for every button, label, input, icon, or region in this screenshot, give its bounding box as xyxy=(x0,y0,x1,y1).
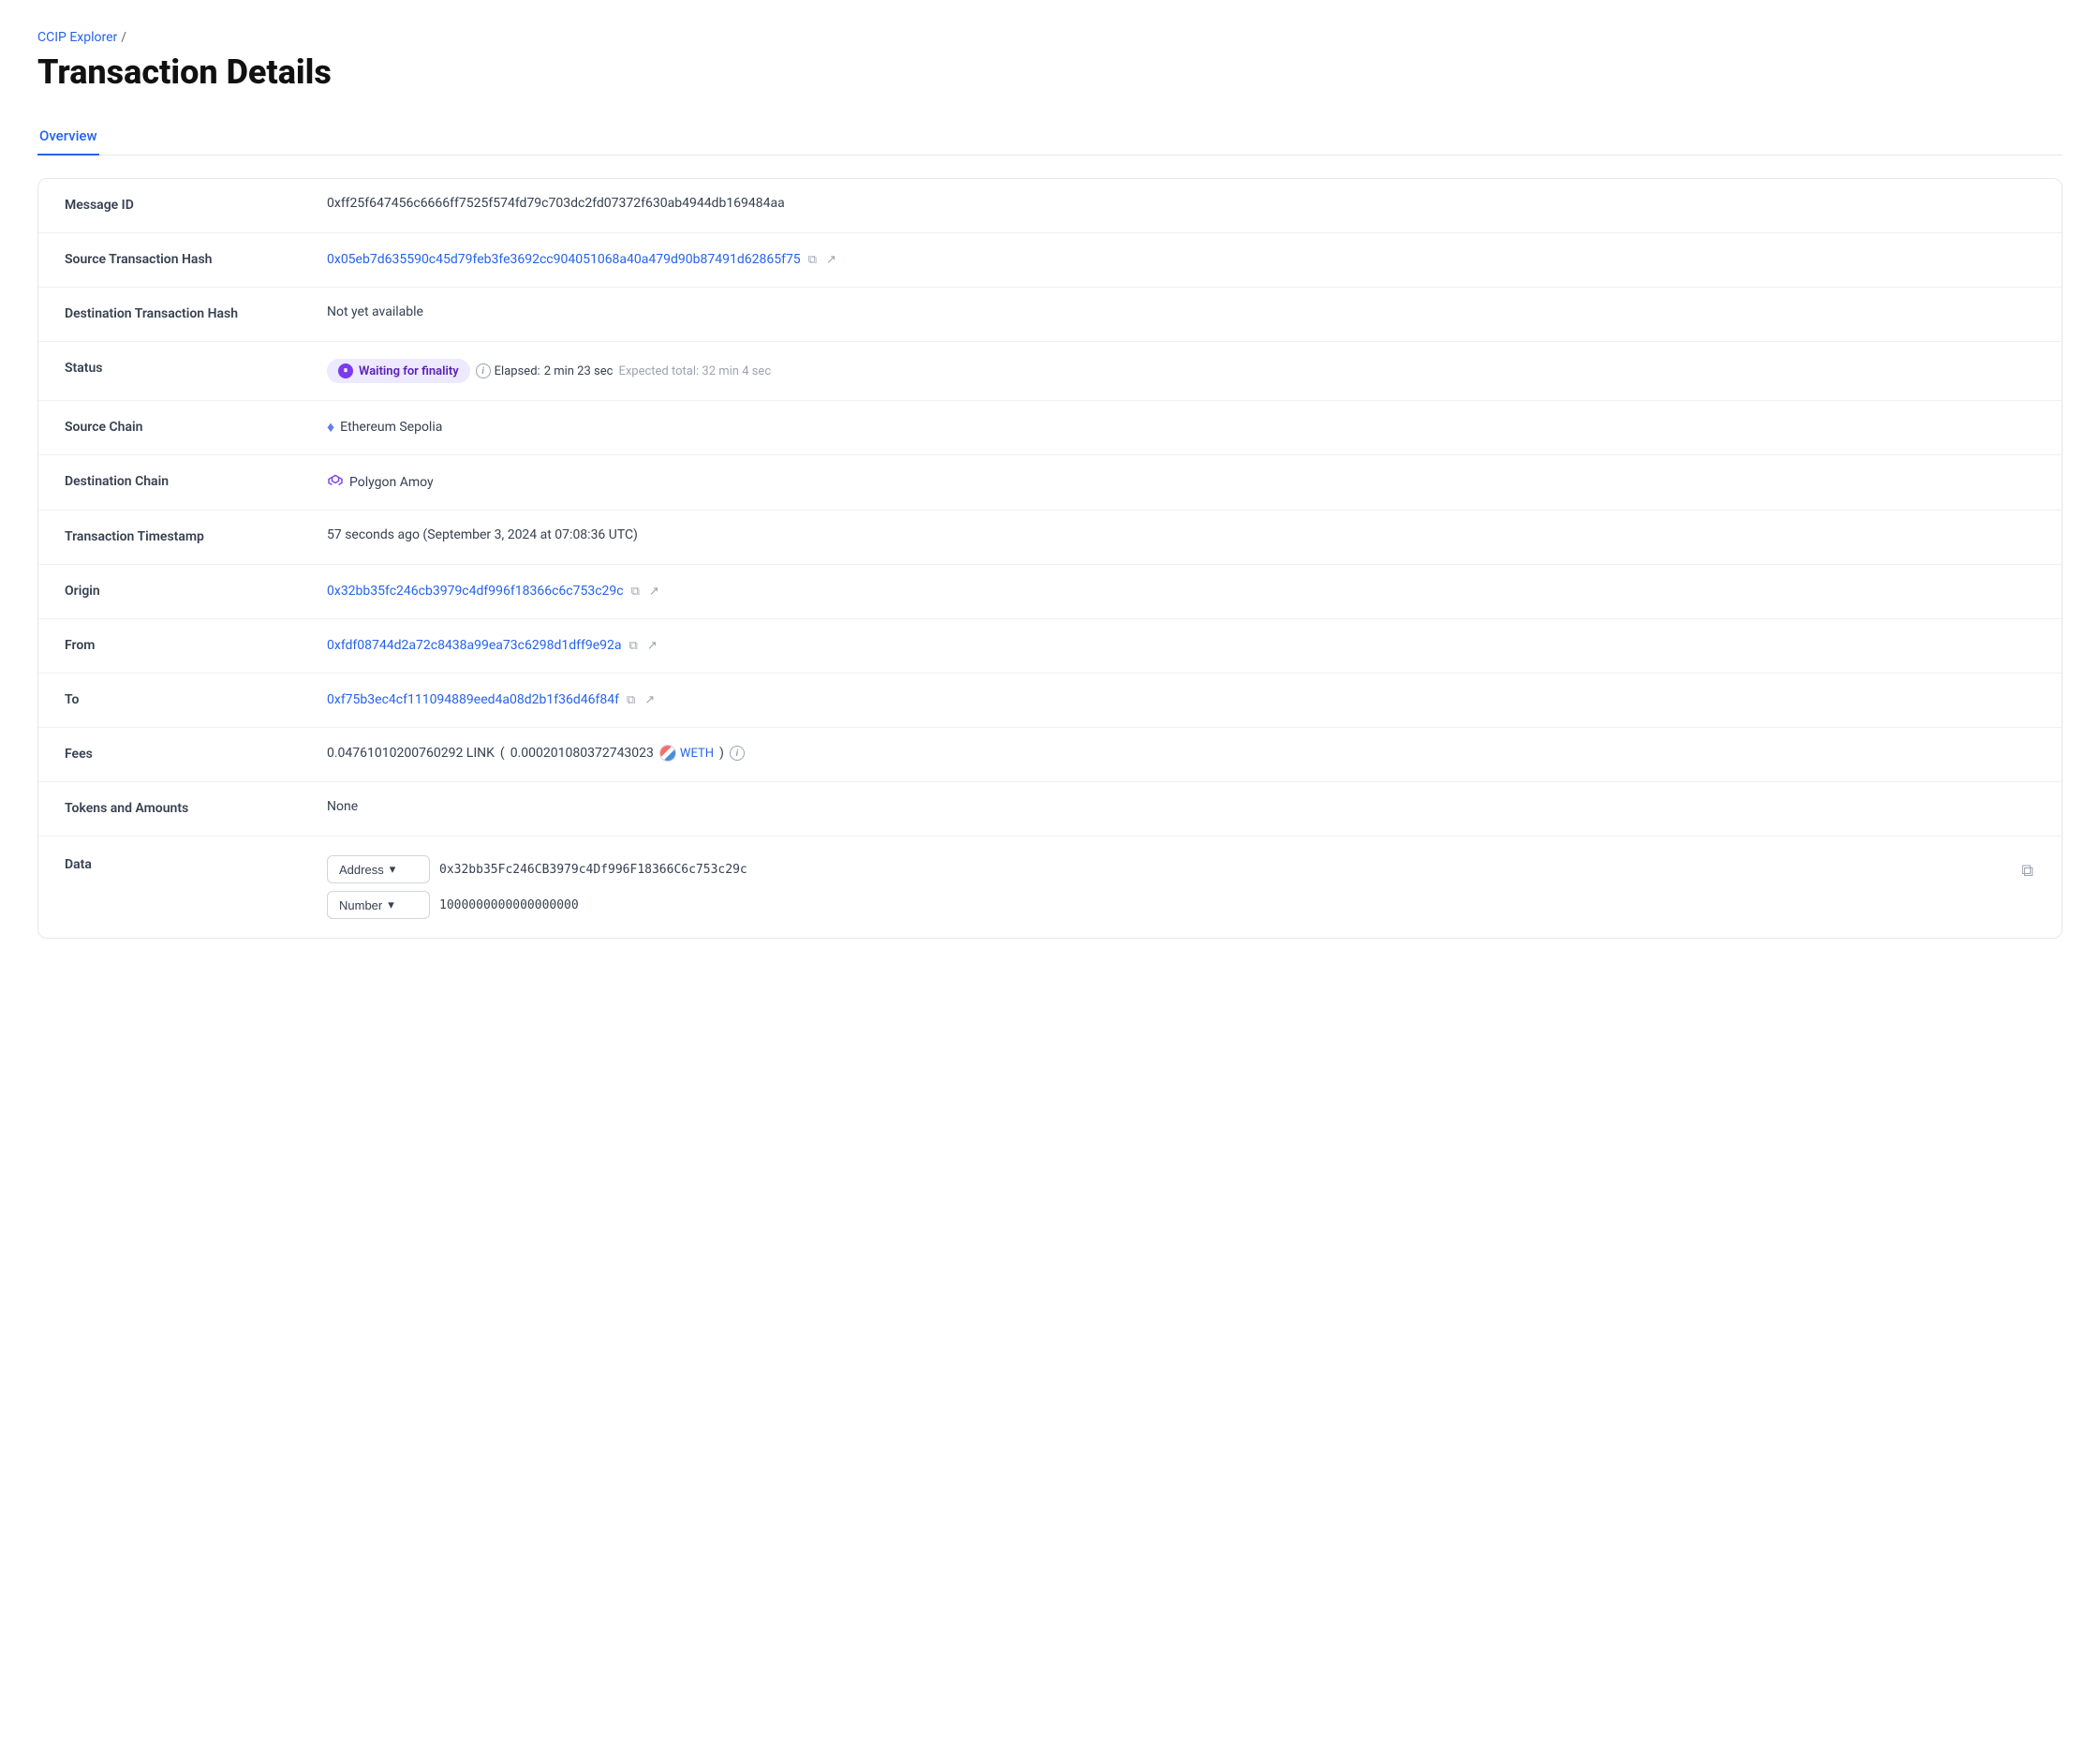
fees-link-amount: 0.04761010200760292 LINK xyxy=(327,746,495,761)
fees-paren-close: ) xyxy=(719,746,724,761)
source-chain-name: Ethereum Sepolia xyxy=(340,420,442,435)
polygon-chain-icon: Polygon Amoy xyxy=(327,472,434,493)
value-dest-tx-hash: Not yet available xyxy=(327,304,2035,319)
label-dest-tx-hash: Destination Transaction Hash xyxy=(65,304,327,321)
origin-link[interactable]: 0x32bb35fc246cb3979c4df996f18366c6c753c2… xyxy=(327,584,624,599)
row-message-id: Message ID 0xff25f647456c6666ff7525f574f… xyxy=(38,179,2062,233)
data-row-0: Address ▾ 0x32bb35Fc246CB3979c4Df996F183… xyxy=(327,855,2010,883)
value-source-chain: ♦ Ethereum Sepolia xyxy=(327,418,2035,437)
value-fees: 0.04761010200760292 LINK ( 0.00020108037… xyxy=(327,745,2035,762)
breadcrumb-ccip-link[interactable]: CCIP Explorer xyxy=(37,30,117,45)
label-message-id: Message ID xyxy=(65,196,327,213)
chevron-down-icon-1: ▾ xyxy=(388,897,394,912)
origin-copy-button[interactable]: ⧉ xyxy=(629,582,642,600)
to-external-button[interactable]: ↗ xyxy=(643,690,657,709)
page-title: Transaction Details xyxy=(37,52,2063,92)
value-origin: 0x32bb35fc246cb3979c4df996f18366c6c753c2… xyxy=(327,582,2035,600)
fees-weth-badge: WETH xyxy=(659,745,714,762)
status-pause-icon: ⏸ xyxy=(338,363,353,378)
row-dest-tx-hash: Destination Transaction Hash Not yet ava… xyxy=(38,288,2062,342)
data-row-1: Number ▾ 1000000000000000000 xyxy=(327,891,2010,919)
eth-chain-icon: ♦ Ethereum Sepolia xyxy=(327,418,442,437)
data-value-0: 0x32bb35Fc246CB3979c4Df996F18366C6c753c2… xyxy=(439,863,747,877)
value-source-tx-hash: 0x05eb7d635590c45d79feb3fe3692cc90405106… xyxy=(327,250,2035,269)
value-timestamp: 57 seconds ago (September 3, 2024 at 07:… xyxy=(327,527,2035,542)
row-status: Status ⏸ Waiting for finality i Elapsed:… xyxy=(38,342,2062,401)
label-status: Status xyxy=(65,359,327,376)
source-tx-hash-link[interactable]: 0x05eb7d635590c45d79feb3fe3692cc90405106… xyxy=(327,252,801,267)
row-data: Data Address ▾ 0x32bb35Fc246CB3979c4Df99… xyxy=(38,837,2062,938)
source-tx-copy-button[interactable]: ⧉ xyxy=(806,250,819,269)
to-copy-button[interactable]: ⧉ xyxy=(625,690,637,709)
fees-info-icon: i xyxy=(730,746,745,761)
chevron-down-icon-0: ▾ xyxy=(390,862,396,877)
row-timestamp: Transaction Timestamp 57 seconds ago (Se… xyxy=(38,511,2062,565)
row-tokens-and-amounts: Tokens and Amounts None xyxy=(38,782,2062,837)
data-type-select-0[interactable]: Address ▾ xyxy=(327,855,430,883)
status-badge: ⏸ Waiting for finality xyxy=(327,359,470,383)
data-section: Address ▾ 0x32bb35Fc246CB3979c4Df996F183… xyxy=(327,855,2010,919)
expected-value: 32 min 4 sec xyxy=(702,364,771,378)
expected-container: Expected total: 32 min 4 sec xyxy=(618,364,771,378)
info-icon: i xyxy=(476,363,491,378)
ethereum-logo: ♦ xyxy=(327,418,334,437)
value-message-id: 0xff25f647456c6666ff7525f574fd79c703dc2f… xyxy=(327,196,2035,211)
fees-weth-amount: 0.000201080372743023 xyxy=(510,746,654,761)
data-type-label-1: Number xyxy=(339,898,382,912)
origin-external-button[interactable]: ↗ xyxy=(647,582,661,600)
label-origin: Origin xyxy=(65,582,327,599)
data-type-label-0: Address xyxy=(339,863,384,877)
label-source-tx-hash: Source Transaction Hash xyxy=(65,250,327,267)
label-dest-chain: Destination Chain xyxy=(65,472,327,489)
label-to: To xyxy=(65,690,327,707)
label-from: From xyxy=(65,636,327,653)
from-copy-button[interactable]: ⧉ xyxy=(628,636,640,655)
label-tokens-and-amounts: Tokens and Amounts xyxy=(65,799,327,816)
elapsed-label: Elapsed: xyxy=(495,364,540,378)
status-text: Waiting for finality xyxy=(359,364,459,378)
expected-label: Expected total: xyxy=(618,364,699,378)
polygon-logo xyxy=(327,472,344,493)
label-timestamp: Transaction Timestamp xyxy=(65,527,327,544)
source-tx-external-button[interactable]: ↗ xyxy=(824,250,838,269)
from-external-button[interactable]: ↗ xyxy=(645,636,659,655)
value-status: ⏸ Waiting for finality i Elapsed: 2 min … xyxy=(327,359,2035,383)
data-value-1: 1000000000000000000 xyxy=(439,898,579,912)
elapsed-container: i Elapsed: 2 min 23 sec xyxy=(476,363,614,378)
row-to: To 0xf75b3ec4cf111094889eed4a08d2b1f36d4… xyxy=(38,674,2062,728)
details-card: Message ID 0xff25f647456c6666ff7525f574f… xyxy=(37,178,2063,939)
row-source-tx-hash: Source Transaction Hash 0x05eb7d635590c4… xyxy=(38,233,2062,288)
dest-chain-name: Polygon Amoy xyxy=(349,475,434,490)
row-fees: Fees 0.04761010200760292 LINK ( 0.000201… xyxy=(38,728,2062,782)
from-link[interactable]: 0xfdf08744d2a72c8438a99ea73c6298d1dff9e9… xyxy=(327,638,622,653)
to-link[interactable]: 0xf75b3ec4cf111094889eed4a08d2b1f36d46f8… xyxy=(327,692,619,707)
breadcrumb-separator: / xyxy=(121,30,126,45)
weth-link[interactable]: WETH xyxy=(680,747,714,761)
row-origin: Origin 0x32bb35fc246cb3979c4df996f18366c… xyxy=(38,565,2062,619)
weth-icon xyxy=(659,745,676,762)
data-type-select-1[interactable]: Number ▾ xyxy=(327,891,430,919)
tabs-container: Overview xyxy=(37,118,2063,156)
value-dest-chain: Polygon Amoy xyxy=(327,472,2035,493)
value-from: 0xfdf08744d2a72c8438a99ea73c6298d1dff9e9… xyxy=(327,636,2035,655)
label-fees: Fees xyxy=(65,745,327,762)
fees-paren-open: ( xyxy=(500,746,505,761)
data-copy-button[interactable]: ⧉ xyxy=(2019,859,2035,882)
label-data: Data xyxy=(65,855,327,872)
row-source-chain: Source Chain ♦ Ethereum Sepolia xyxy=(38,401,2062,455)
tab-overview[interactable]: Overview xyxy=(37,118,99,156)
label-source-chain: Source Chain xyxy=(65,418,327,435)
row-dest-chain: Destination Chain Polygon Amoy xyxy=(38,455,2062,511)
elapsed-value: 2 min 23 sec xyxy=(544,364,614,378)
row-from: From 0xfdf08744d2a72c8438a99ea73c6298d1d… xyxy=(38,619,2062,674)
value-to: 0xf75b3ec4cf111094889eed4a08d2b1f36d46f8… xyxy=(327,690,2035,709)
value-tokens-and-amounts: None xyxy=(327,799,2035,814)
breadcrumb: CCIP Explorer / xyxy=(37,30,2063,45)
